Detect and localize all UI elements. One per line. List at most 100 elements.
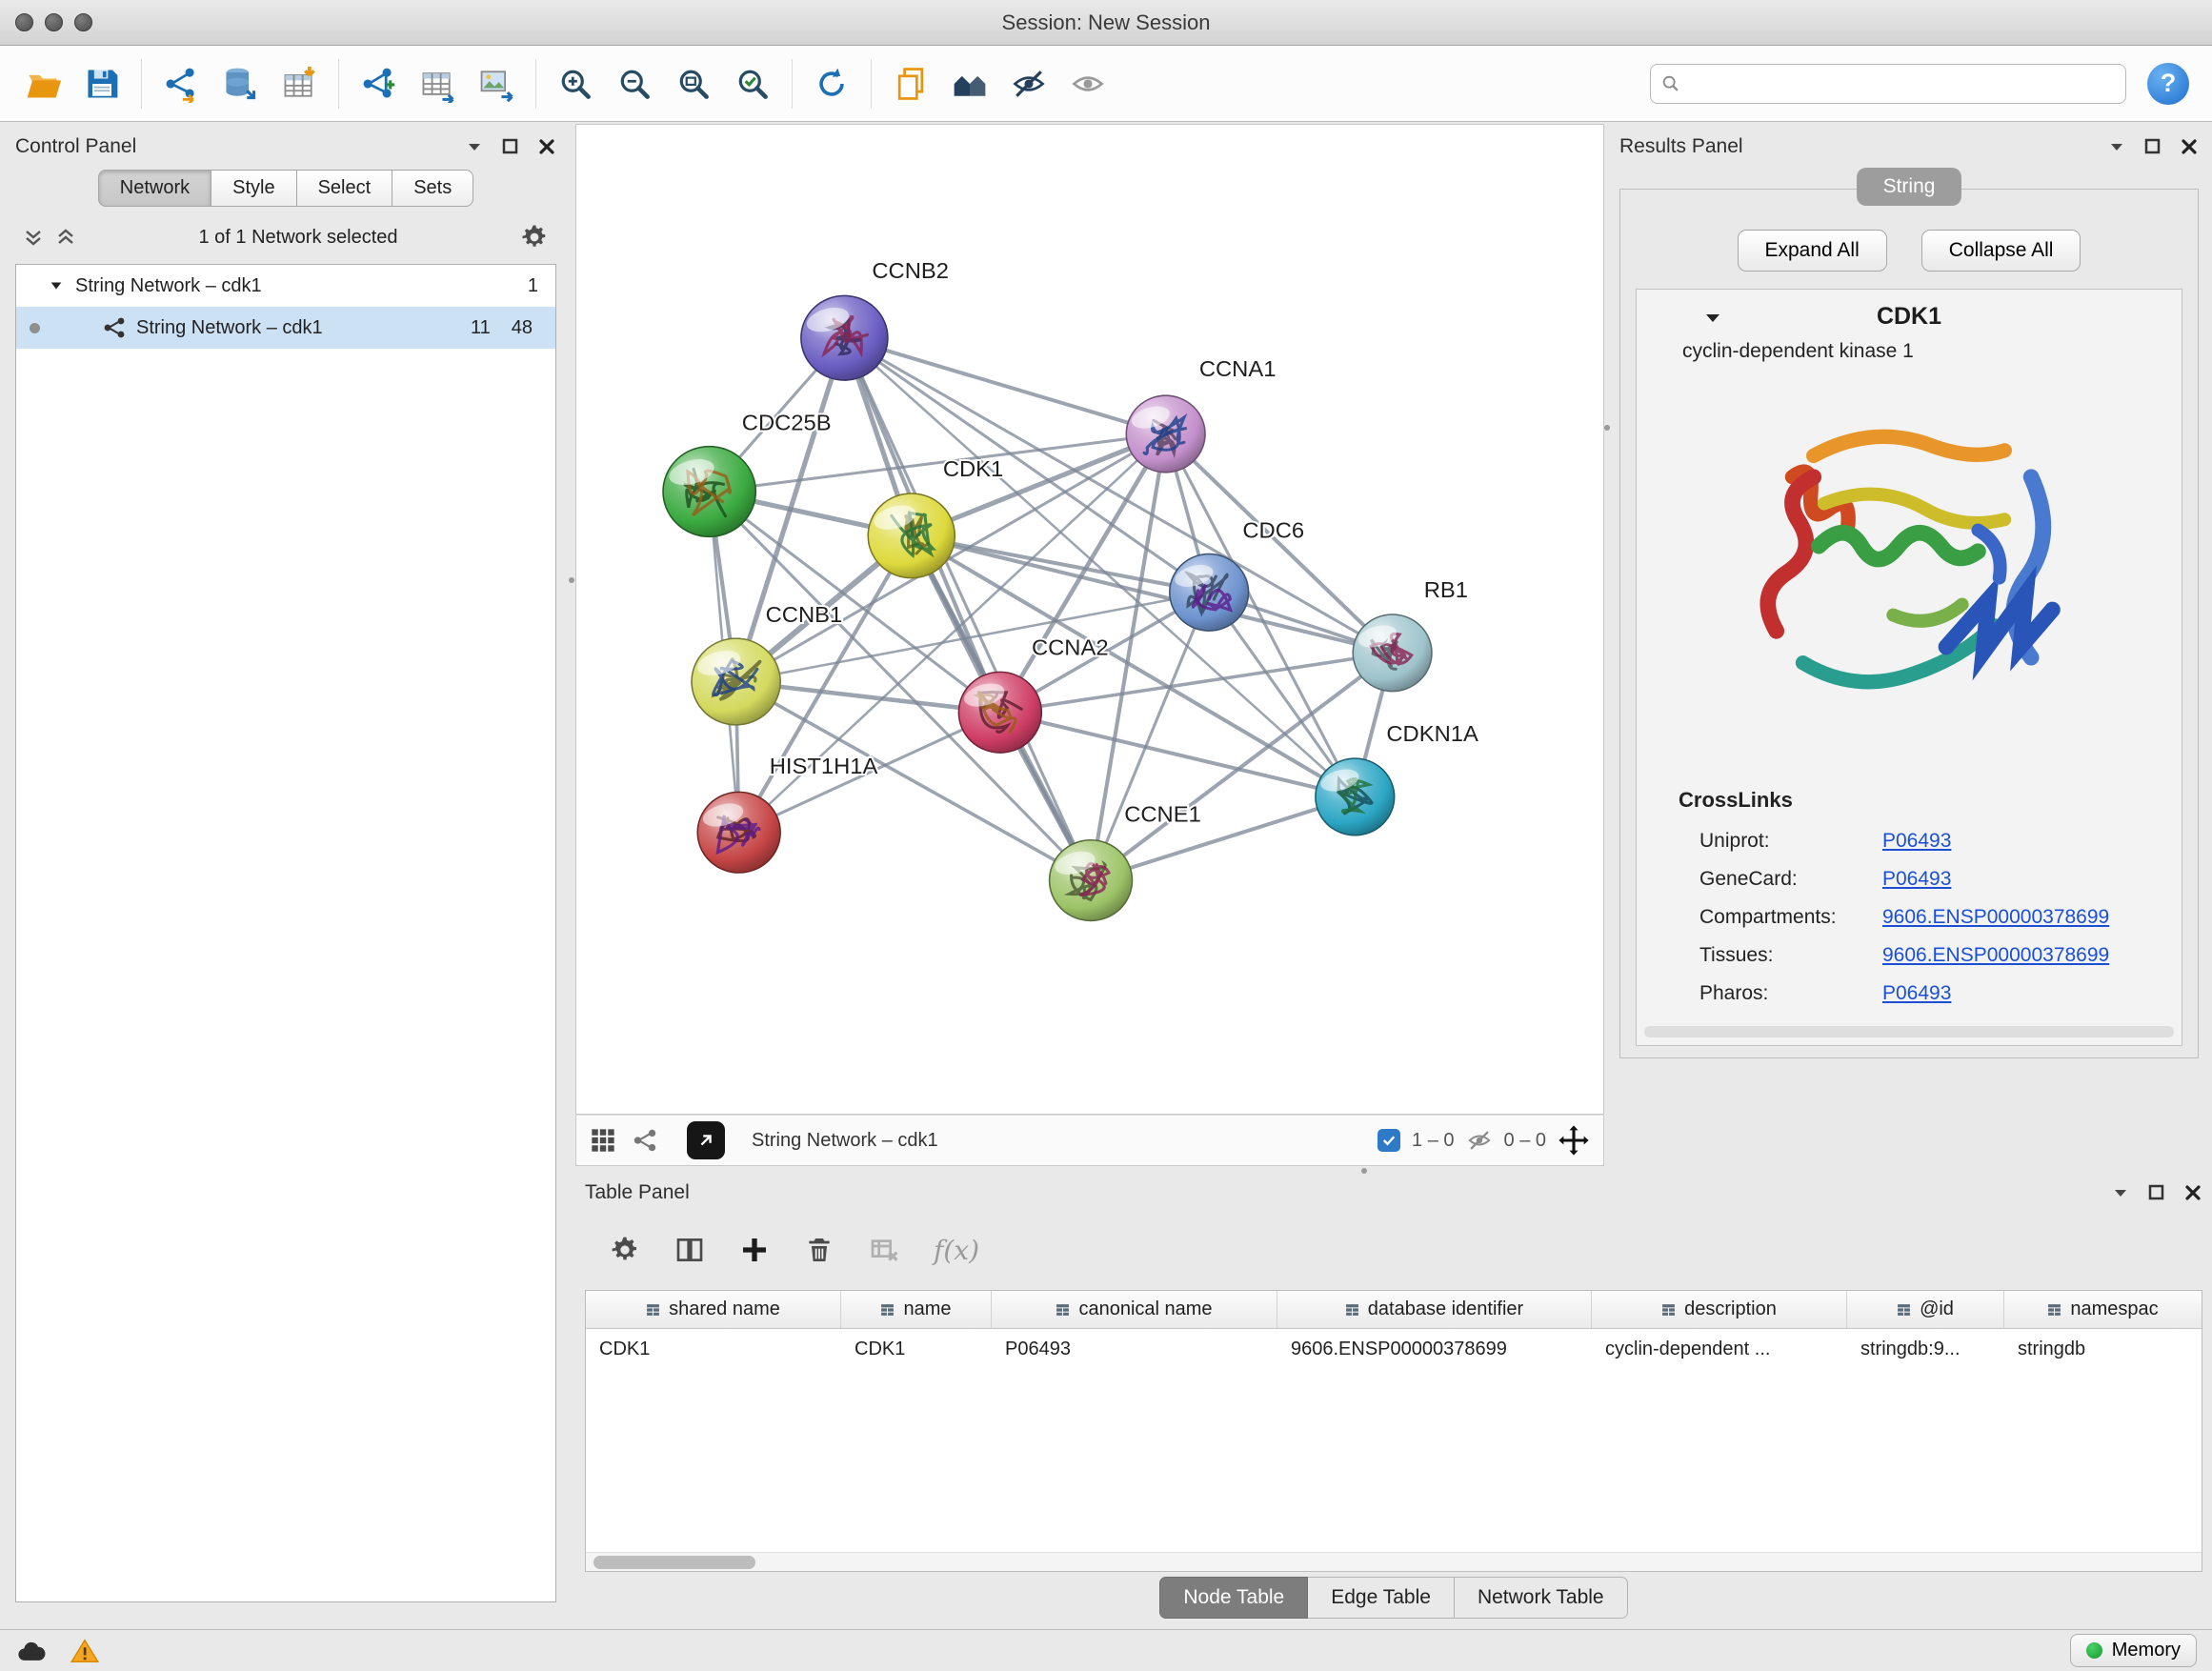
network-edge[interactable] bbox=[1000, 713, 1355, 797]
close-panel-icon[interactable] bbox=[2180, 137, 2199, 156]
vertical-splitter[interactable] bbox=[1604, 122, 1610, 1166]
network-graph[interactable]: CCNB2CCNA1CDC25BCDK1CDC6RB1CCNB1CCNA2CDK… bbox=[576, 125, 1603, 1114]
import-database-button[interactable] bbox=[211, 54, 270, 113]
vertical-splitter[interactable] bbox=[568, 122, 575, 1629]
search-input[interactable] bbox=[1689, 72, 2116, 94]
new-table-button[interactable] bbox=[408, 54, 467, 113]
panel-menu-caret-icon[interactable] bbox=[2111, 1183, 2130, 1202]
refresh-button[interactable] bbox=[802, 54, 861, 113]
tab-string[interactable]: String bbox=[1857, 168, 1962, 206]
column-header-database-identifier[interactable]: database identifier bbox=[1277, 1291, 1592, 1328]
hide-selected-button[interactable] bbox=[999, 54, 1058, 113]
card-scrollbar[interactable] bbox=[1644, 1026, 2174, 1037]
column-header-description[interactable]: description bbox=[1592, 1291, 1847, 1328]
column-type-icon bbox=[880, 1302, 895, 1317]
crosslink-tissues-link[interactable]: 9606.ENSP00000378699 bbox=[1882, 944, 2109, 967]
float-panel-icon[interactable] bbox=[2143, 137, 2162, 156]
close-window-button[interactable] bbox=[15, 13, 33, 31]
crosslink-pharos-link[interactable]: P06493 bbox=[1882, 982, 1951, 1005]
close-panel-icon[interactable] bbox=[537, 137, 556, 156]
copy-documents-button[interactable] bbox=[881, 54, 940, 113]
collapse-all-button[interactable]: Collapse All bbox=[1921, 230, 2081, 272]
network-selection-bar: 1 of 1 Network selected bbox=[15, 220, 556, 254]
export-image-button[interactable] bbox=[467, 54, 526, 113]
toolbar-separator bbox=[141, 59, 142, 109]
tab-network[interactable]: Network bbox=[98, 170, 211, 207]
birdseye-grid-button[interactable] bbox=[590, 1127, 616, 1154]
show-all-button[interactable] bbox=[1058, 54, 1117, 113]
panel-menu-caret-icon[interactable] bbox=[465, 137, 484, 156]
table-gear-icon[interactable] bbox=[610, 1235, 640, 1265]
tab-edge-table[interactable]: Edge Table bbox=[1308, 1577, 1455, 1619]
network-collection-row[interactable]: String Network – cdk1 1 bbox=[16, 265, 555, 307]
select-columns-icon[interactable] bbox=[674, 1235, 705, 1265]
network-row-selected[interactable]: String Network – cdk1 11 48 bbox=[16, 307, 555, 349]
close-panel-icon[interactable] bbox=[2183, 1183, 2202, 1202]
cloud-status-button[interactable] bbox=[15, 1639, 48, 1663]
crosslink-compartments-link[interactable]: 9606.ENSP00000378699 bbox=[1882, 906, 2109, 929]
delete-column-icon[interactable] bbox=[804, 1235, 835, 1265]
help-button[interactable]: ? bbox=[2147, 63, 2189, 105]
window-title: Session: New Session bbox=[1002, 10, 1211, 35]
panel-menu-caret-icon[interactable] bbox=[2107, 137, 2126, 156]
crosslink-genecard-link[interactable]: P06493 bbox=[1882, 868, 1951, 891]
collapse-section-caret-icon[interactable] bbox=[1703, 309, 1722, 328]
import-table-button[interactable] bbox=[270, 54, 329, 113]
gene-card-header[interactable]: CDK1 bbox=[1637, 290, 2182, 336]
refresh-icon bbox=[813, 65, 851, 103]
zoom-fit-button[interactable] bbox=[664, 54, 723, 113]
expand-all-button[interactable]: Expand All bbox=[1738, 230, 1887, 272]
tab-select[interactable]: Select bbox=[297, 170, 393, 207]
table-cell: CDK1 bbox=[841, 1329, 992, 1369]
zoom-in-icon bbox=[556, 65, 594, 103]
tab-style[interactable]: Style bbox=[211, 170, 296, 207]
table-panel-tabs: Node TableEdge TableNetwork Table bbox=[585, 1572, 2202, 1623]
table-horizontal-scrollbar[interactable] bbox=[586, 1552, 2202, 1571]
column-header-shared-name[interactable]: shared name bbox=[586, 1291, 841, 1328]
tab-node-table[interactable]: Node Table bbox=[1159, 1577, 1308, 1619]
float-panel-icon[interactable] bbox=[2147, 1183, 2166, 1202]
network-overview-button[interactable] bbox=[632, 1127, 658, 1154]
open-in-new-window-button[interactable] bbox=[687, 1121, 725, 1159]
minimize-window-button[interactable] bbox=[45, 13, 63, 31]
zoom-out-button[interactable] bbox=[605, 54, 664, 113]
new-network-button[interactable] bbox=[349, 54, 408, 113]
zoom-in-button[interactable] bbox=[546, 54, 605, 113]
maximize-window-button[interactable] bbox=[74, 13, 92, 31]
first-neighbors-button[interactable] bbox=[940, 54, 999, 113]
float-panel-icon[interactable] bbox=[501, 137, 520, 156]
tab-sets[interactable]: Sets bbox=[392, 170, 473, 207]
expand-all-icon[interactable] bbox=[55, 227, 76, 248]
column-header-namespac[interactable]: namespac bbox=[2004, 1291, 2202, 1328]
horizontal-splitter[interactable] bbox=[575, 1166, 2212, 1176]
selected-checkbox[interactable] bbox=[1377, 1129, 1400, 1152]
gear-icon[interactable] bbox=[520, 223, 549, 252]
crosslinks-title: CrossLinks bbox=[1637, 773, 2182, 822]
network-view-canvas[interactable]: CCNB2CCNA1CDC25BCDK1CDC6RB1CCNB1CCNA2CDK… bbox=[575, 124, 1604, 1115]
column-header-name[interactable]: name bbox=[841, 1291, 992, 1328]
export-image-icon bbox=[477, 65, 515, 103]
zoom-selected-button[interactable] bbox=[723, 54, 782, 113]
network-node-hist1h1a[interactable] bbox=[697, 792, 780, 873]
tree-expand-caret-icon[interactable] bbox=[49, 278, 64, 293]
scrollbar-thumb[interactable] bbox=[593, 1556, 755, 1569]
save-session-button[interactable] bbox=[72, 54, 131, 113]
collapse-all-icon[interactable] bbox=[23, 227, 44, 248]
network-edge[interactable] bbox=[844, 338, 1091, 880]
fit-content-button[interactable] bbox=[1558, 1124, 1590, 1157]
column-header-canonical-name[interactable]: canonical name bbox=[992, 1291, 1277, 1328]
tab-network-table[interactable]: Network Table bbox=[1455, 1577, 1628, 1619]
network-edge[interactable] bbox=[844, 338, 1165, 434]
add-column-icon[interactable] bbox=[739, 1235, 770, 1265]
column-header--id[interactable]: @id bbox=[1847, 1291, 2004, 1328]
warnings-button[interactable] bbox=[70, 1638, 99, 1664]
table-body: CDK1CDK1P064939606.ENSP00000378699cyclin… bbox=[586, 1329, 2202, 1552]
table-row[interactable]: CDK1CDK1P064939606.ENSP00000378699cyclin… bbox=[586, 1329, 2202, 1369]
hidden-count: 0 – 0 bbox=[1504, 1130, 1546, 1152]
crosslink-uniprot-link[interactable]: P06493 bbox=[1882, 830, 1951, 853]
edge-count: 48 bbox=[512, 317, 533, 339]
open-session-button[interactable] bbox=[13, 54, 72, 113]
search-box[interactable] bbox=[1650, 64, 2126, 104]
memory-button[interactable]: Memory bbox=[2070, 1634, 2197, 1667]
import-network-button[interactable] bbox=[151, 54, 211, 113]
